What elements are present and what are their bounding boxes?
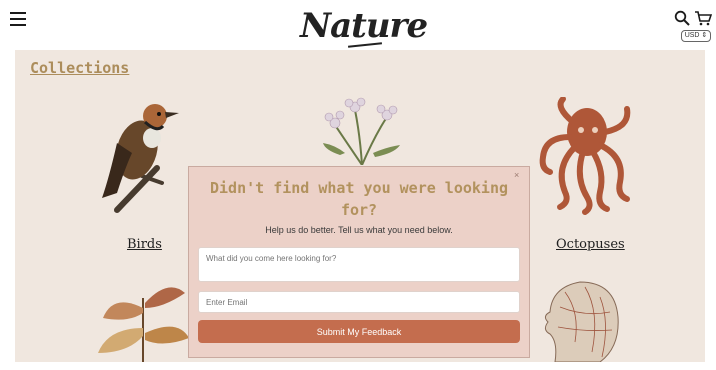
submit-feedback-button[interactable]: Submit My Feedback bbox=[198, 320, 520, 343]
site-header: Nature USD ⇕ bbox=[0, 0, 716, 50]
close-icon[interactable]: × bbox=[514, 170, 519, 180]
site-logo[interactable]: Nature bbox=[300, 6, 428, 46]
query-field[interactable] bbox=[198, 247, 520, 282]
modal-title: Didn't find what you were looking for? bbox=[209, 179, 508, 219]
email-field[interactable] bbox=[198, 291, 520, 313]
hamburger-menu-icon[interactable] bbox=[10, 12, 26, 26]
feedback-modal: × Didn't find what you were looking for?… bbox=[188, 166, 530, 358]
currency-selector[interactable]: USD ⇕ bbox=[681, 30, 711, 42]
modal-subtitle: Help us do better. Tell us what you need… bbox=[265, 225, 453, 235]
search-icon[interactable] bbox=[674, 10, 690, 26]
cart-icon[interactable] bbox=[694, 10, 712, 26]
